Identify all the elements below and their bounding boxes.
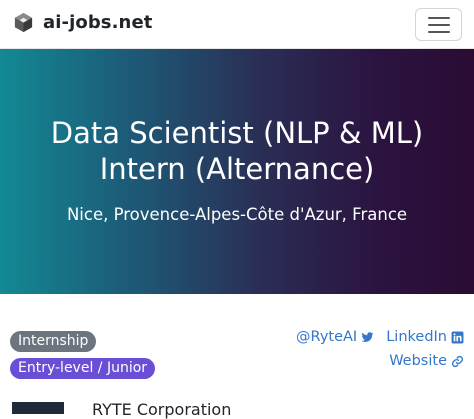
hamburger-bar — [427, 30, 450, 33]
cube-logo-icon — [14, 12, 33, 33]
badge-internship[interactable]: Internship — [10, 331, 97, 352]
badge-entry-level[interactable]: Entry-level / Junior — [10, 358, 156, 379]
company-links: @RyteAI LinkedIn Website — [296, 329, 464, 369]
website-link-label: Website — [389, 353, 447, 369]
website-link[interactable]: Website — [389, 353, 464, 369]
brand-link[interactable]: ai-jobs.net — [12, 11, 153, 34]
job-details: Internship Entry-level / Junior @RyteAI … — [0, 294, 474, 419]
company-logo — [12, 402, 64, 414]
linkedin-link-label: LinkedIn — [386, 329, 447, 345]
company-name: RYTE Corporation — [92, 400, 232, 419]
navbar: ai-jobs.net — [0, 0, 474, 49]
menu-toggle-button[interactable] — [415, 8, 462, 41]
external-link-icon — [451, 355, 464, 367]
job-title-line2: Intern (Alternance) — [99, 152, 375, 186]
hamburger-menu-icon — [427, 16, 450, 19]
job-location: Nice, Provence-Alpes-Côte d'Azur, France — [66, 205, 408, 224]
brand-name: ai-jobs.net — [43, 12, 153, 33]
job-hero-banner: Data Scientist (NLP & ML) Intern (Altern… — [0, 49, 474, 294]
linkedin-icon — [451, 331, 464, 343]
twitter-link-label: @RyteAI — [296, 329, 358, 345]
job-title-line1: Data Scientist (NLP & ML) — [50, 116, 424, 150]
job-title: Data Scientist (NLP & ML) Intern (Altern… — [0, 115, 474, 187]
twitter-link[interactable]: @RyteAI — [296, 329, 374, 345]
linkedin-link[interactable]: LinkedIn — [386, 329, 464, 345]
hamburger-bar — [427, 23, 450, 26]
twitter-icon — [361, 331, 374, 342]
